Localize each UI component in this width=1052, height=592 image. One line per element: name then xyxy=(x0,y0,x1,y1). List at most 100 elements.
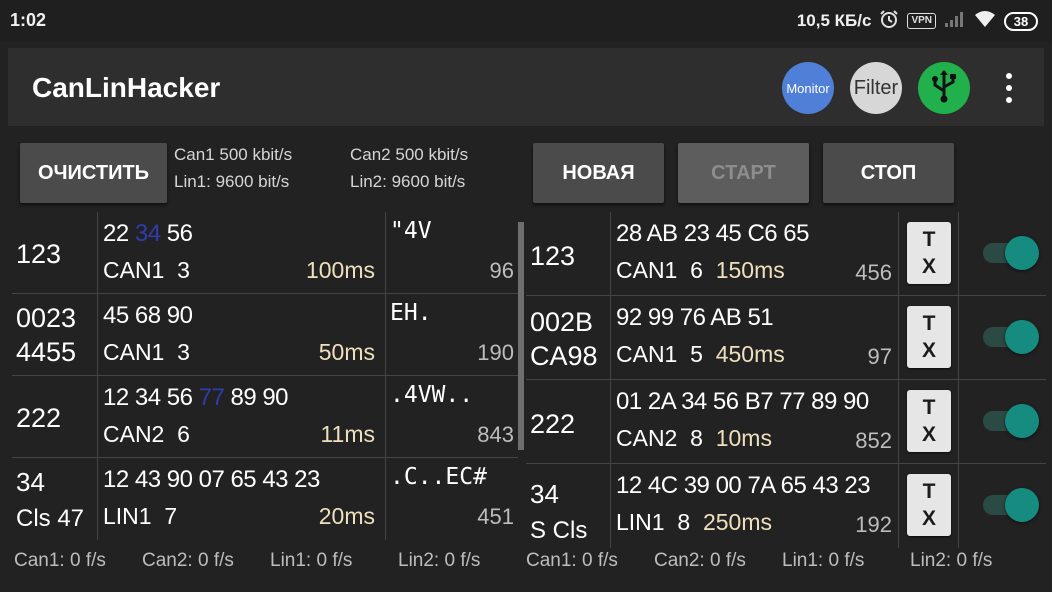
data-bytes: 12 4C 39 00 7A 65 43 23 xyxy=(616,472,871,499)
frame-count: 843 xyxy=(477,422,514,447)
data-cell: 92 99 76 AB 51 CAN1 5 450ms 97 xyxy=(610,296,898,380)
status-icons: 10,5 КБ/с VPN 38 xyxy=(797,8,1038,34)
bus-dlc: LIN1 7 xyxy=(103,503,178,529)
footer-tx-can1-rate: Can1: 0 f/s xyxy=(526,550,618,571)
ascii-cell: .C..EC# 451 xyxy=(385,458,518,540)
frame-id: 34 xyxy=(16,467,45,497)
usb-button[interactable] xyxy=(918,62,970,114)
table-row[interactable]: 123 22 34 56 CAN1 3 100ms "4V 96 xyxy=(12,212,518,294)
bus-dlc-period: CAN1 5 450ms xyxy=(616,341,785,367)
enable-cell xyxy=(958,212,1046,296)
tx-button[interactable]: TX xyxy=(907,222,951,284)
enable-cell xyxy=(958,464,1046,548)
new-button[interactable]: НОВАЯ xyxy=(533,143,664,203)
bus-dlc-period: CAN1 6 150ms xyxy=(616,257,785,283)
wifi-icon xyxy=(974,10,996,33)
enable-toggle[interactable] xyxy=(983,236,1039,270)
status-bar: 1:02 10,5 КБ/с VPN 38 xyxy=(0,0,1052,42)
tx-button[interactable]: TX xyxy=(907,390,951,452)
table-row[interactable]: 123 28 AB 23 45 C6 65 CAN1 6 150ms 456 T… xyxy=(526,212,1046,296)
data-bytes: 12 43 90 07 65 43 23 xyxy=(103,466,320,493)
table-row[interactable]: 222 01 2A 34 56 B7 77 89 90 CAN2 8 10ms … xyxy=(526,380,1046,464)
frame-count: 192 xyxy=(855,512,892,537)
bus-dlc: CAN1 3 xyxy=(103,339,190,365)
usb-icon xyxy=(929,69,959,108)
ascii-data: EH. xyxy=(390,300,432,326)
period: 11ms xyxy=(320,421,375,447)
monitor-scrollbar[interactable] xyxy=(518,222,524,450)
bus-dlc: CAN1 3 xyxy=(103,257,190,283)
id-cell: 123 xyxy=(12,212,97,294)
frame-id: 123 xyxy=(530,241,576,271)
table-row[interactable]: 34 Cls 47 12 43 90 07 65 43 23 LIN1 7 20… xyxy=(12,458,518,540)
frame-id-extended: 4455 xyxy=(16,337,77,367)
data-bytes: 92 99 76 AB 51 xyxy=(616,304,774,331)
tx-button[interactable]: TX xyxy=(907,474,951,536)
more-vert-icon[interactable] xyxy=(1000,70,1018,106)
frame-count: 852 xyxy=(855,428,892,453)
tx-button[interactable]: TX xyxy=(907,306,951,368)
enable-cell xyxy=(958,296,1046,380)
footer-tx-lin2-rate: Lin2: 0 f/s xyxy=(910,550,993,571)
frame-count: 456 xyxy=(855,260,892,285)
clear-button[interactable]: ОЧИСТИТЬ xyxy=(20,143,167,203)
stop-button[interactable]: СТОП xyxy=(823,143,954,203)
start-button[interactable]: СТАРТ xyxy=(678,143,809,203)
footer-tx-can2-rate: Can2: 0 f/s xyxy=(654,550,746,571)
transmit-table: 123 28 AB 23 45 C6 65 CAN1 6 150ms 456 T… xyxy=(526,212,1046,548)
period: 20ms xyxy=(318,503,375,529)
tx-cell: TX xyxy=(898,212,958,296)
battery-icon: 38 xyxy=(1004,11,1038,31)
can2-lin2-speed: Can2 500 kbit/s Lin2: 9600 bit/s xyxy=(350,141,468,195)
network-speed: 10,5 КБ/с xyxy=(796,11,872,30)
data-bytes: 45 68 90 xyxy=(103,302,193,329)
data-cell: 45 68 90 CAN1 3 50ms xyxy=(97,294,385,376)
tx-cell: TX xyxy=(898,296,958,380)
frame-id: 222 xyxy=(530,409,576,439)
id-cell: 34 S Cls xyxy=(526,464,610,548)
period: 100ms xyxy=(305,257,375,283)
lin2-speed: Lin2: 9600 bit/s xyxy=(350,172,466,191)
id-cell: 123 xyxy=(526,212,610,296)
id-cell: 34 Cls 47 xyxy=(12,458,97,540)
data-bytes: 01 2A 34 56 B7 77 89 90 xyxy=(616,388,869,415)
frame-id: 002B xyxy=(530,307,594,337)
enable-toggle[interactable] xyxy=(983,404,1039,438)
can2-speed: Can2 500 kbit/s xyxy=(350,145,469,164)
bus-dlc-period: CAN2 8 10ms xyxy=(616,425,772,451)
data-bytes: 28 AB 23 45 C6 65 xyxy=(616,220,810,247)
table-row[interactable]: 222 12 34 56 77 89 90 CAN2 6 11ms .4VW..… xyxy=(12,376,518,458)
can1-speed: Can1 500 kbit/s xyxy=(174,145,293,164)
period: 50ms xyxy=(318,339,375,365)
ascii-cell: EH. 190 xyxy=(385,294,518,376)
footer-lin2-rate: Lin2: 0 f/s xyxy=(398,550,481,571)
lin1-speed: Lin1: 9600 bit/s xyxy=(174,172,290,191)
lin-checksum: Cls 47 xyxy=(16,505,85,532)
id-cell: 002B CA98 xyxy=(526,296,610,380)
frame-id: 0023 xyxy=(16,303,77,333)
tx-cell: TX xyxy=(898,464,958,548)
frame-count: 451 xyxy=(477,504,514,529)
table-row[interactable]: 0023 4455 45 68 90 CAN1 3 50ms EH. 190 xyxy=(12,294,518,376)
monitor-button[interactable]: Monitor xyxy=(782,62,834,114)
frame-id: 34 xyxy=(530,479,559,509)
enable-toggle[interactable] xyxy=(983,320,1039,354)
lin-checksum: S Cls xyxy=(530,517,588,544)
data-bytes: 22 34 56 xyxy=(103,220,193,247)
filter-button[interactable]: Filter xyxy=(850,62,902,114)
frame-id: 123 xyxy=(16,239,62,269)
enable-cell xyxy=(958,380,1046,464)
monitor-table: 123 22 34 56 CAN1 3 100ms "4V 96 0023 44… xyxy=(12,212,518,542)
frame-id-extended: CA98 xyxy=(530,341,598,371)
table-row[interactable]: 34 S Cls 12 4C 39 00 7A 65 43 23 LIN1 8 … xyxy=(526,464,1046,548)
data-cell: 12 43 90 07 65 43 23 LIN1 7 20ms xyxy=(97,458,385,540)
footer-can1-rate: Can1: 0 f/s xyxy=(14,550,106,571)
frame-count: 190 xyxy=(477,340,514,365)
enable-toggle[interactable] xyxy=(983,488,1039,522)
id-cell: 222 xyxy=(12,376,97,458)
table-row[interactable]: 002B CA98 92 99 76 AB 51 CAN1 5 450ms 97… xyxy=(526,296,1046,380)
signal-icon xyxy=(944,10,966,33)
frame-count: 97 xyxy=(867,344,892,369)
id-cell: 222 xyxy=(526,380,610,464)
data-cell: 28 AB 23 45 C6 65 CAN1 6 150ms 456 xyxy=(610,212,898,296)
